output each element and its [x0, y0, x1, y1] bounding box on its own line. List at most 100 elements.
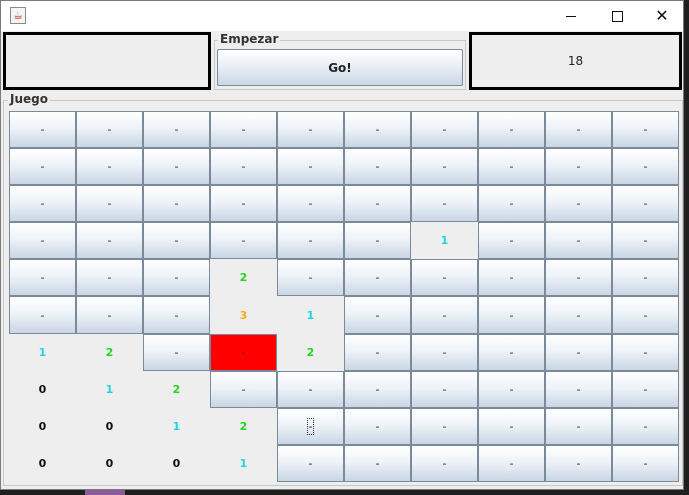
hidden-cell[interactable]: -	[344, 111, 411, 149]
hidden-cell[interactable]: -	[344, 370, 411, 408]
hidden-cell[interactable]: -	[210, 148, 277, 186]
start-group-title: Empezar	[218, 32, 281, 46]
hidden-cell[interactable]: -	[545, 148, 612, 186]
hidden-cell[interactable]: -	[344, 407, 411, 445]
cell-label: -	[576, 419, 581, 433]
go-button[interactable]: Go!	[217, 49, 463, 86]
hidden-cell[interactable]: -	[411, 259, 478, 297]
hidden-cell[interactable]: -	[344, 296, 411, 334]
hidden-cell[interactable]: -	[210, 370, 277, 408]
minimize-button[interactable]	[548, 1, 594, 31]
hidden-cell[interactable]: -	[612, 259, 679, 297]
hidden-cell[interactable]: -	[143, 111, 210, 149]
hidden-cell[interactable]: -	[612, 148, 679, 186]
hidden-cell[interactable]: -	[277, 444, 344, 482]
hidden-cell[interactable]: -	[478, 370, 545, 408]
hidden-cell[interactable]: -	[210, 185, 277, 223]
exploded-mine-cell[interactable]: -	[210, 333, 277, 371]
hidden-cell[interactable]: -	[9, 222, 76, 260]
hidden-cell[interactable]: -	[76, 296, 143, 334]
hidden-cell[interactable]: -	[545, 259, 612, 297]
hidden-cell[interactable]: -	[478, 222, 545, 260]
hidden-cell[interactable]: -	[411, 148, 478, 186]
hidden-cell[interactable]: -	[478, 444, 545, 482]
hidden-cell[interactable]: -	[210, 111, 277, 149]
hidden-cell[interactable]: -	[612, 222, 679, 260]
hidden-cell[interactable]: -	[9, 259, 76, 297]
hidden-cell[interactable]: -	[344, 333, 411, 371]
hidden-cell[interactable]: -	[277, 185, 344, 223]
hidden-cell[interactable]: -	[411, 111, 478, 149]
game-group-title: Juego	[8, 92, 50, 106]
hidden-cell[interactable]: -	[9, 296, 76, 334]
hidden-cell[interactable]: -	[9, 111, 76, 149]
hidden-cell[interactable]: -	[411, 185, 478, 223]
hidden-cell[interactable]: -	[277, 222, 344, 260]
cell-label: -	[643, 345, 648, 359]
hidden-cell[interactable]: -	[545, 370, 612, 408]
hidden-cell[interactable]: -	[478, 185, 545, 223]
hidden-cell[interactable]: -	[411, 444, 478, 482]
hidden-cell[interactable]: -	[76, 148, 143, 186]
hidden-cell[interactable]: -	[9, 148, 76, 186]
hidden-cell[interactable]: -	[143, 259, 210, 297]
hidden-cell[interactable]: -	[277, 259, 344, 297]
hidden-cell[interactable]: -	[344, 148, 411, 186]
hidden-cell[interactable]: -	[612, 296, 679, 334]
hidden-cell[interactable]: -	[344, 222, 411, 260]
hidden-cell[interactable]: -	[411, 407, 478, 445]
cell-label: -	[308, 456, 313, 470]
hidden-cell[interactable]: -	[344, 185, 411, 223]
hidden-cell[interactable]: -	[277, 370, 344, 408]
hidden-cell[interactable]: -	[76, 259, 143, 297]
hidden-cell[interactable]: -	[478, 111, 545, 149]
hidden-cell[interactable]: -	[612, 370, 679, 408]
hidden-cell[interactable]: -	[411, 296, 478, 334]
hidden-cell[interactable]: -	[545, 185, 612, 223]
hidden-cell[interactable]: -	[612, 444, 679, 482]
hidden-cell[interactable]: -	[612, 185, 679, 223]
hidden-cell[interactable]: -	[612, 111, 679, 149]
hidden-cell[interactable]: -	[143, 222, 210, 260]
hidden-cell[interactable]: -	[545, 222, 612, 260]
cell-label: -	[643, 234, 648, 248]
cell-label: -	[576, 345, 581, 359]
hidden-cell[interactable]: -	[210, 222, 277, 260]
hidden-cell[interactable]: -	[277, 111, 344, 149]
hidden-cell[interactable]: -	[545, 296, 612, 334]
hidden-cell[interactable]: -	[478, 148, 545, 186]
hidden-cell[interactable]: -	[76, 222, 143, 260]
close-button[interactable]: ✕	[639, 1, 685, 31]
hidden-cell[interactable]: -	[277, 148, 344, 186]
hidden-cell[interactable]: -	[76, 185, 143, 223]
hidden-cell[interactable]: -	[612, 333, 679, 371]
hidden-cell[interactable]: -	[411, 370, 478, 408]
hidden-cell[interactable]: -	[344, 259, 411, 297]
hidden-cell[interactable]: -	[143, 185, 210, 223]
cell-label: -	[241, 234, 246, 248]
hidden-cell[interactable]: -	[478, 333, 545, 371]
cell-label: -	[576, 160, 581, 174]
cell-label: -	[442, 308, 447, 322]
hidden-cell[interactable]: -	[344, 444, 411, 482]
hidden-cell[interactable]: -	[612, 407, 679, 445]
hidden-cell[interactable]: -	[478, 259, 545, 297]
cell-label: -	[308, 271, 313, 285]
hidden-cell[interactable]: -	[545, 111, 612, 149]
hidden-cell[interactable]: -	[478, 296, 545, 334]
hidden-cell[interactable]: -	[277, 407, 344, 445]
hidden-cell[interactable]: -	[478, 407, 545, 445]
hidden-cell[interactable]: -	[76, 111, 143, 149]
hidden-cell[interactable]: -	[143, 148, 210, 186]
hidden-cell[interactable]: -	[9, 185, 76, 223]
hidden-cell[interactable]: -	[411, 333, 478, 371]
hidden-cell[interactable]: -	[143, 296, 210, 334]
hidden-cell[interactable]: -	[143, 333, 210, 371]
maximize-button[interactable]	[594, 1, 640, 31]
hidden-cell[interactable]: -	[545, 333, 612, 371]
hidden-cell[interactable]: -	[545, 407, 612, 445]
hidden-cell[interactable]: -	[545, 444, 612, 482]
revealed-cell: 0	[143, 444, 210, 482]
cell-label: -	[442, 419, 447, 433]
cell-label: -	[308, 123, 313, 137]
